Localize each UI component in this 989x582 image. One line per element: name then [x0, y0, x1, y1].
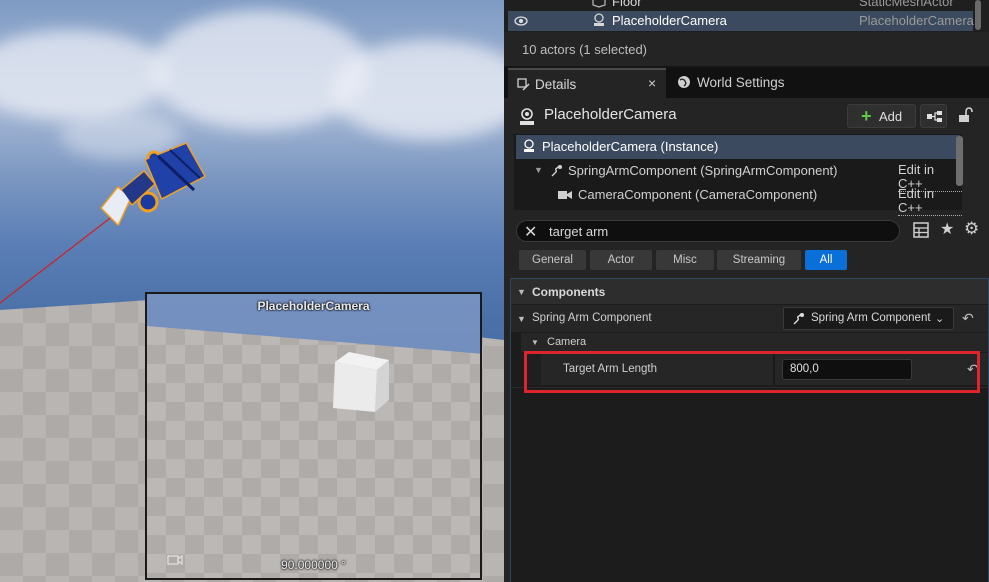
plus-icon: + — [861, 106, 872, 126]
preview-title: PlaceholderCamera — [257, 299, 370, 313]
hierarchy-icon — [927, 111, 942, 122]
outliner-item-type: StaticMeshActor — [859, 0, 954, 9]
settings-gear-icon[interactable]: ⚙ — [964, 219, 979, 239]
level-viewport[interactable]: PlaceholderCamera 90.000000 ° — [0, 0, 504, 582]
camera-actor-icon[interactable] — [96, 138, 212, 236]
preview-fov-readout: 90.000000 ° — [281, 558, 346, 572]
unlock-icon[interactable] — [957, 107, 973, 123]
details-panel: PlaceholderCamera + Add PlaceholderCamer… — [504, 98, 989, 582]
tab-label: World Settings — [697, 75, 785, 90]
clear-search-icon[interactable]: ✕ — [524, 222, 537, 242]
property-row-spring-arm-component[interactable]: ▼ Spring Arm Component Spring Arm Compon… — [511, 305, 988, 332]
add-button-label: Add — [879, 109, 903, 124]
filter-misc-button[interactable]: Misc — [656, 250, 714, 270]
component-row-spring-arm[interactable]: ▼ SpringArmComponent (SpringArmComponent… — [514, 159, 962, 192]
outliner-scrollbar[interactable] — [975, 0, 981, 30]
globe-icon — [678, 76, 690, 88]
details-icon — [517, 78, 530, 91]
edit-in-cpp-link[interactable]: Edit in C++ — [898, 187, 962, 216]
favorites-star-icon[interactable]: ★ — [940, 219, 954, 239]
outliner-item-name: PlaceholderCamera — [612, 13, 727, 28]
tab-world-settings[interactable]: World Settings — [672, 68, 822, 98]
spring-arm-icon — [551, 165, 562, 177]
preview-floor — [147, 326, 480, 578]
search-text[interactable]: target arm — [549, 224, 608, 239]
component-tree-scrollbar[interactable] — [956, 136, 963, 186]
component-tree: PlaceholderCamera (Instance) ▼ SpringArm… — [514, 134, 962, 216]
outliner-status-bar: 10 actors (1 selected) — [504, 32, 989, 66]
world-outliner-list: Floor StaticMeshActor PlaceholderCamera … — [504, 0, 989, 32]
actor-icon — [524, 139, 534, 152]
spring-arm-component-dropdown[interactable]: Spring Arm Component ⌄ — [783, 307, 954, 330]
reset-to-default-icon[interactable]: ↶ — [962, 310, 974, 327]
camera-preview-window: PlaceholderCamera 90.000000 ° — [145, 292, 482, 580]
category-label: Components — [532, 285, 606, 299]
actor-icon — [594, 13, 604, 26]
component-row-instance[interactable]: PlaceholderCamera (Instance) — [516, 135, 960, 159]
property-grid: ▼ Components ▼ Spring Arm Component Spri… — [510, 278, 989, 582]
spring-arm-icon — [793, 313, 804, 325]
actor-count-text: 10 actors (1 selected) — [522, 42, 648, 57]
tab-label: Details — [535, 77, 577, 92]
component-label: SpringArmComponent (SpringArmComponent) — [568, 163, 838, 178]
filter-all-button[interactable]: All — [805, 250, 847, 270]
preview-cube — [333, 352, 389, 412]
collapse-arrow-icon: ▼ — [517, 287, 526, 297]
collapse-arrow-icon[interactable]: ▼ — [534, 165, 543, 175]
details-search-input[interactable]: ✕ target arm — [516, 220, 900, 242]
dropdown-value: Spring Arm Component — [811, 312, 931, 324]
outliner-row-selected[interactable]: PlaceholderCamera PlaceholderCamera — [508, 11, 974, 31]
outliner-item-type: PlaceholderCamera — [859, 13, 974, 28]
static-mesh-icon — [592, 0, 606, 8]
component-row-camera[interactable]: CameraComponent (CameraComponent) Edit i… — [514, 183, 962, 216]
component-label: PlaceholderCamera (Instance) — [542, 139, 719, 154]
property-matrix-icon[interactable] — [913, 222, 929, 238]
collapse-arrow-icon: ▼ — [517, 314, 526, 324]
outliner-item-name: Floor — [612, 0, 642, 9]
tab-details[interactable]: Details × — [508, 68, 666, 98]
visibility-eye-icon[interactable] — [514, 15, 528, 27]
annotation-highlight-box — [524, 351, 980, 393]
property-label: Spring Arm Component — [532, 312, 652, 324]
blueprint-convert-button[interactable] — [920, 104, 947, 128]
selected-actor-name: PlaceholderCamera — [544, 106, 677, 123]
subcategory-camera[interactable]: ▼ Camera — [521, 333, 988, 352]
close-icon[interactable]: × — [648, 75, 656, 91]
actor-icon — [520, 108, 534, 125]
collapse-arrow-icon: ▼ — [531, 338, 539, 347]
add-component-button[interactable]: + Add — [847, 104, 916, 128]
category-components[interactable]: ▼ Components — [511, 279, 988, 304]
filter-general-button[interactable]: General — [519, 250, 586, 270]
filter-actor-button[interactable]: Actor — [590, 250, 652, 270]
editor-side-panel: Floor StaticMeshActor PlaceholderCamera … — [504, 0, 989, 582]
subcategory-label: Camera — [547, 336, 587, 348]
filter-streaming-button[interactable]: Streaming — [717, 250, 801, 270]
chevron-down-icon: ⌄ — [935, 313, 945, 325]
panel-tab-bar: Details × World Settings — [504, 68, 989, 98]
camera-icon — [558, 191, 572, 199]
component-label: CameraComponent (CameraComponent) — [578, 187, 818, 202]
